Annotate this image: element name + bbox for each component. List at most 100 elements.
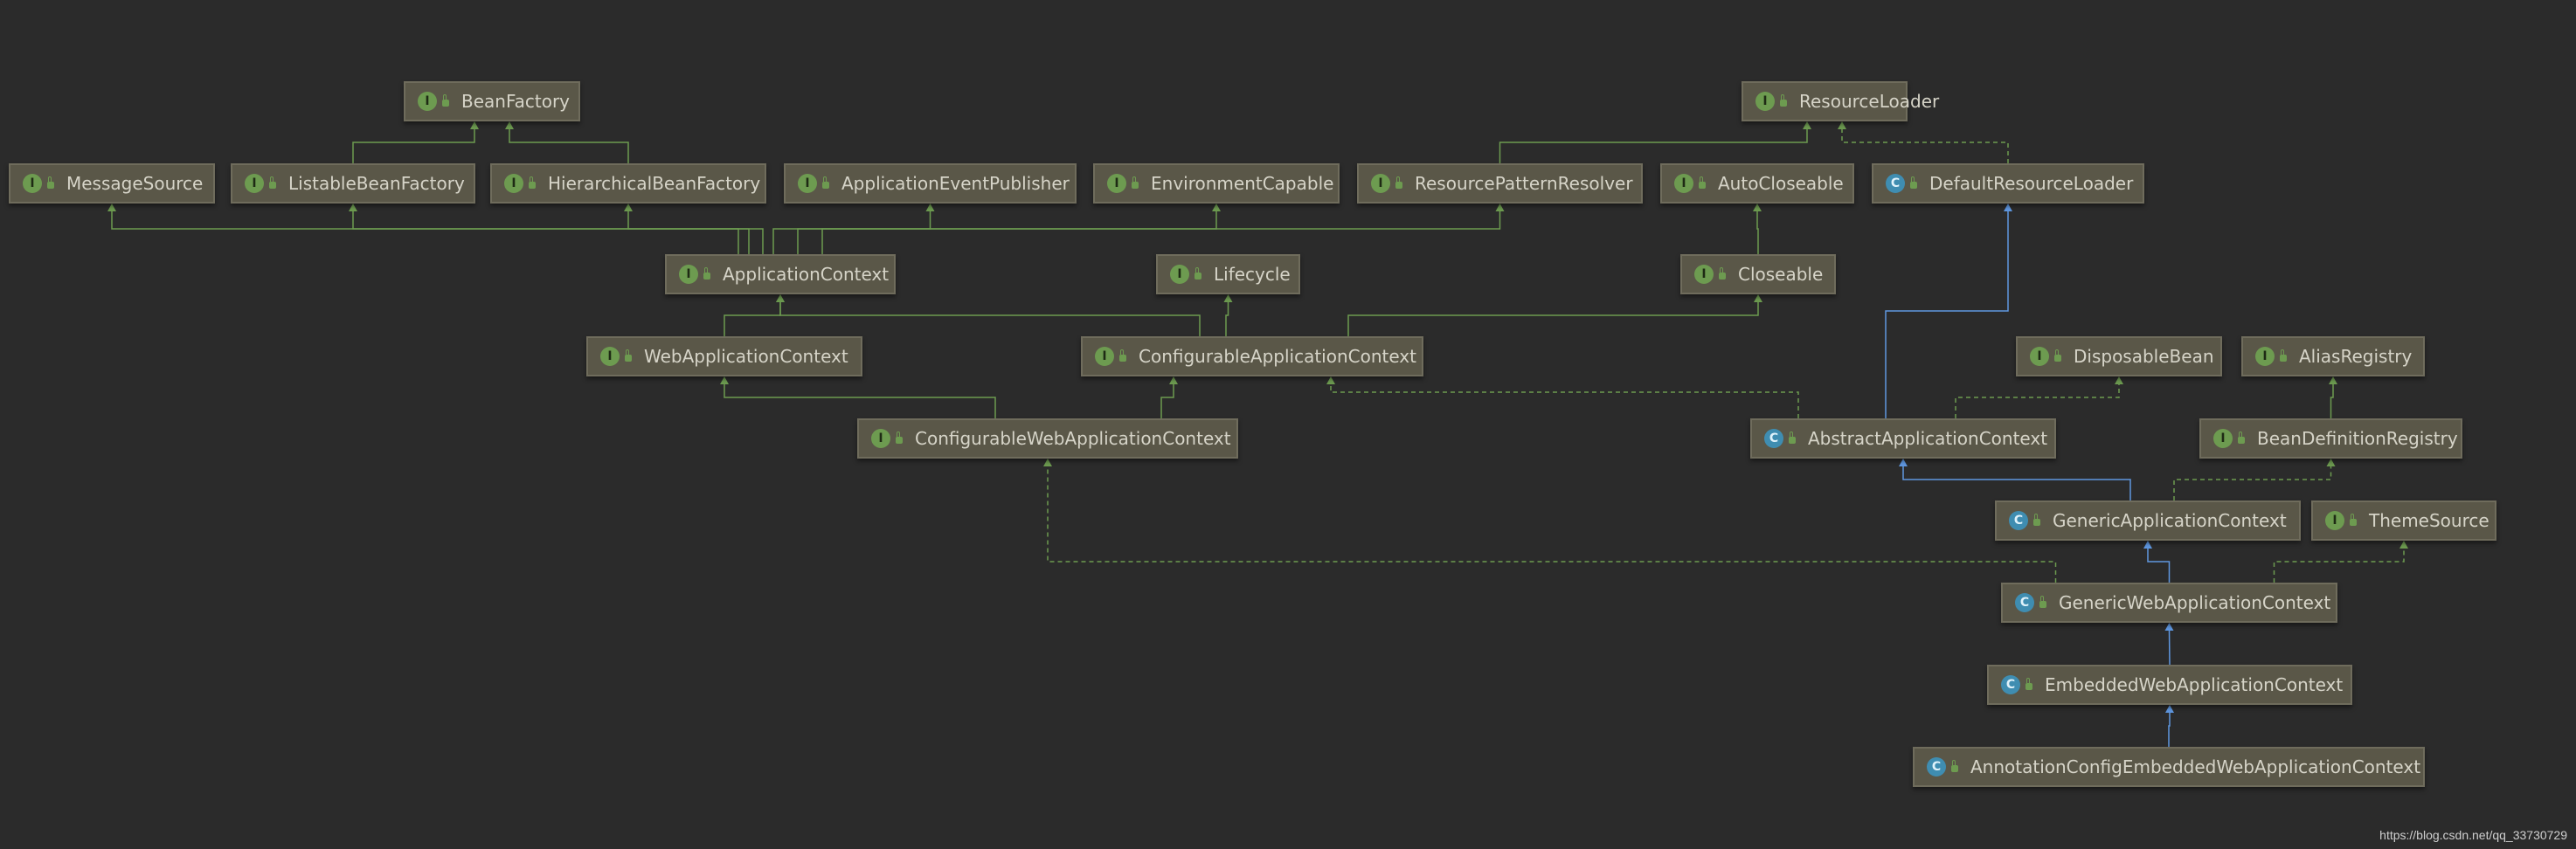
node-annotation-config-embedded-web-application-context[interactable]: C AnnotationConfigEmbeddedWebApplicationC… <box>1913 747 2425 787</box>
edge-arrowhead <box>1043 459 1052 466</box>
public-visibility-icon <box>625 349 632 362</box>
node-label: AutoCloseable <box>1718 173 1844 194</box>
public-visibility-icon <box>2054 349 2061 362</box>
node-resource-loader[interactable]: I ResourceLoader <box>1742 81 1939 121</box>
interface-icon: I <box>418 92 437 111</box>
edge-implements <box>2273 548 2405 583</box>
edge-extends <box>1756 211 1759 254</box>
node-label: EnvironmentCapable <box>1151 173 1334 194</box>
edge-extends <box>1347 301 1759 336</box>
edge-arrowhead <box>1169 376 1178 384</box>
interface-icon: I <box>679 265 698 284</box>
edge-arrowhead <box>2399 541 2408 549</box>
node-label: AbstractApplicationContext <box>1808 428 2048 449</box>
node-label: ThemeSource <box>2369 510 2489 531</box>
node-listable-bean-factory[interactable]: I ListableBeanFactory <box>231 163 475 204</box>
interface-icon: I <box>23 174 42 193</box>
edge-extends <box>797 211 1217 254</box>
node-label: ResourceLoader <box>1799 91 1940 112</box>
node-web-application-context[interactable]: I WebApplicationContext <box>586 336 862 376</box>
public-visibility-icon <box>529 176 536 189</box>
edge-implements <box>1330 383 1799 418</box>
edge-arrowhead <box>1803 121 1811 129</box>
node-resource-pattern-resolver[interactable]: I ResourcePatternResolver <box>1357 163 1643 204</box>
node-label: MessageSource <box>66 173 204 194</box>
public-visibility-icon <box>2238 431 2245 444</box>
interface-icon: I <box>1095 347 1114 366</box>
edge-class_extends <box>2147 548 2171 583</box>
edge-extends <box>779 301 1201 336</box>
edge-implements <box>1047 466 2057 583</box>
edge-arrowhead <box>107 204 116 211</box>
edge-arrowhead <box>2164 623 2174 631</box>
node-message-source[interactable]: I MessageSource <box>9 163 215 204</box>
public-visibility-icon <box>2350 514 2357 526</box>
node-bean-definition-registry[interactable]: I BeanDefinitionRegistry <box>2199 418 2462 459</box>
node-generic-application-context[interactable]: C GenericApplicationContext <box>1995 500 2301 541</box>
interface-icon: I <box>2030 347 2049 366</box>
node-hierarchical-bean-factory[interactable]: I HierarchicalBeanFactory <box>490 163 766 204</box>
node-label: ListableBeanFactory <box>288 173 465 194</box>
edge-extends <box>1160 383 1174 418</box>
public-visibility-icon <box>1699 176 1706 189</box>
node-lifecycle[interactable]: I Lifecycle <box>1156 254 1300 294</box>
node-embedded-web-application-context[interactable]: C EmbeddedWebApplicationContext <box>1987 665 2352 705</box>
node-generic-web-application-context[interactable]: C GenericWebApplicationContext <box>2001 583 2337 623</box>
node-label: GenericApplicationContext <box>2053 510 2287 531</box>
node-application-context[interactable]: I ApplicationContext <box>665 254 896 294</box>
interface-icon: I <box>1674 174 1693 193</box>
public-visibility-icon <box>822 176 829 189</box>
public-visibility-icon <box>1195 267 1201 280</box>
public-visibility-icon <box>47 176 54 189</box>
node-bean-factory[interactable]: I BeanFactory <box>404 81 580 121</box>
watermark: https://blog.csdn.net/qq_33730729 <box>2379 828 2567 842</box>
interface-icon: I <box>2213 429 2233 448</box>
node-label: GenericWebApplicationContext <box>2059 592 2331 613</box>
class-icon: C <box>2015 593 2034 612</box>
public-visibility-icon <box>442 94 449 107</box>
public-visibility-icon <box>1789 431 1796 444</box>
interface-icon: I <box>2255 347 2275 366</box>
node-closeable[interactable]: I Closeable <box>1680 254 1836 294</box>
node-auto-closeable[interactable]: I AutoCloseable <box>1660 163 1854 204</box>
interface-icon: I <box>871 429 890 448</box>
edge-arrowhead <box>1212 204 1221 211</box>
node-label: EmbeddedWebApplicationContext <box>2045 674 2344 695</box>
node-configurable-web-application-context[interactable]: I ConfigurableWebApplicationContext <box>857 418 1238 459</box>
interface-icon: I <box>1170 265 1189 284</box>
public-visibility-icon <box>269 176 276 189</box>
public-visibility-icon <box>1395 176 1402 189</box>
edge-arrowhead <box>1223 294 1233 302</box>
node-label: ConfigurableWebApplicationContext <box>915 428 1231 449</box>
edge-implements <box>1841 128 2009 163</box>
edge-extends <box>352 211 750 254</box>
edge-arrowhead <box>1899 459 1908 466</box>
interface-icon: I <box>2325 511 2344 530</box>
node-label: ApplicationContext <box>723 264 890 285</box>
node-label: AliasRegistry <box>2299 346 2413 367</box>
public-visibility-icon <box>1119 349 1126 362</box>
node-abstract-application-context[interactable]: C AbstractApplicationContext <box>1750 418 2056 459</box>
public-visibility-icon <box>2039 596 2046 608</box>
edge-implements <box>1955 383 2120 418</box>
public-visibility-icon <box>1719 267 1726 280</box>
edge-extends <box>352 128 475 163</box>
node-label: ApplicationEventPublisher <box>841 173 1070 194</box>
edge-class_extends <box>2168 629 2171 666</box>
node-application-event-publisher[interactable]: I ApplicationEventPublisher <box>784 163 1077 204</box>
edge-layer <box>107 121 2408 747</box>
node-theme-source[interactable]: I ThemeSource <box>2311 500 2496 541</box>
node-disposable-bean[interactable]: I DisposableBean <box>2016 336 2222 376</box>
node-label: BeanDefinitionRegistry <box>2257 428 2458 449</box>
edge-arrowhead <box>470 121 479 129</box>
node-alias-registry[interactable]: I AliasRegistry <box>2241 336 2425 376</box>
edge-arrowhead <box>1495 204 1505 211</box>
edge-extends <box>724 301 781 336</box>
node-configurable-application-context[interactable]: I ConfigurableApplicationContext <box>1081 336 1423 376</box>
node-environment-capable[interactable]: I EnvironmentCapable <box>1093 163 1340 204</box>
node-default-resource-loader[interactable]: C DefaultResourceLoader <box>1872 163 2144 204</box>
node-label: DefaultResourceLoader <box>1929 173 2134 194</box>
node-label: ConfigurableApplicationContext <box>1139 346 1416 367</box>
edge-arrowhead <box>2143 541 2152 549</box>
interface-icon: I <box>1694 265 1714 284</box>
